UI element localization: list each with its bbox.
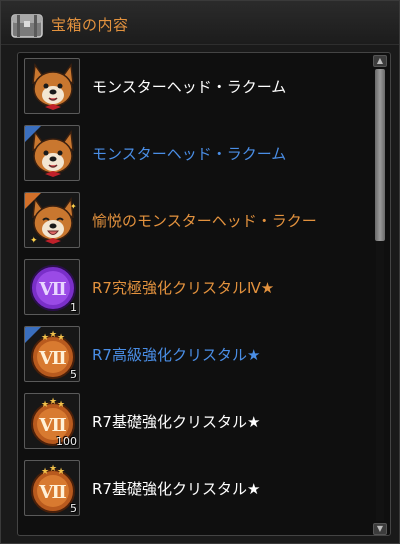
svg-text:★: ★ bbox=[49, 330, 57, 340]
list-item[interactable]: モンスターヘッド・ラクーム bbox=[18, 53, 372, 119]
item-name: R7究極強化クリスタルⅣ★ bbox=[92, 279, 275, 297]
list-item[interactable]: Ⅶ ★ ★ ★ 5 R7基礎強化クリスタル★ bbox=[18, 455, 372, 521]
list-item[interactable]: ✦ ✦ 愉悦のモンスターヘッド・ラクー bbox=[18, 187, 372, 253]
svg-text:★: ★ bbox=[49, 397, 57, 407]
window-title: 宝箱の内容 bbox=[51, 16, 129, 34]
svg-text:★: ★ bbox=[41, 467, 49, 477]
svg-text:★: ★ bbox=[49, 464, 57, 474]
list-item[interactable]: Ⅶ 1 R7究極強化クリスタルⅣ★ bbox=[18, 254, 372, 320]
scroll-up-button[interactable]: ▲ bbox=[373, 55, 387, 67]
item-slot[interactable] bbox=[24, 58, 80, 114]
svg-text:★: ★ bbox=[57, 333, 65, 343]
chest-contents-window: 宝箱の内容 モンスターヘッド・ラクーム モンスターヘッド・ラクーム ✦ ✦ 愉悦… bbox=[0, 0, 400, 544]
item-slot[interactable]: Ⅶ ★ ★ ★ 5 bbox=[24, 326, 80, 382]
item-quantity: 100 bbox=[56, 435, 77, 448]
item-slot[interactable]: Ⅶ ★ ★ ★ 100 bbox=[24, 393, 80, 449]
list-item[interactable]: モンスターヘッド・ラクーム bbox=[18, 120, 372, 186]
item-list: モンスターヘッド・ラクーム モンスターヘッド・ラクーム ✦ ✦ 愉悦のモンスター… bbox=[18, 53, 372, 535]
svg-text:Ⅶ: Ⅶ bbox=[38, 415, 66, 436]
chest-icon bbox=[11, 14, 43, 38]
svg-text:Ⅶ: Ⅶ bbox=[38, 348, 66, 369]
list-item[interactable]: Ⅶ ★ ★ ★ 5 R7高級強化クリスタル★ bbox=[18, 321, 372, 387]
item-name: モンスターヘッド・ラクーム bbox=[92, 145, 287, 163]
item-name: R7基礎強化クリスタル★ bbox=[92, 413, 261, 431]
svg-text:★: ★ bbox=[57, 467, 65, 477]
svg-text:✦: ✦ bbox=[30, 236, 38, 246]
title-bar[interactable]: 宝箱の内容 bbox=[1, 1, 399, 45]
svg-text:★: ★ bbox=[57, 400, 65, 410]
item-slot[interactable] bbox=[24, 125, 80, 181]
item-slot[interactable]: ✦ ✦ bbox=[24, 192, 80, 248]
grade-corner-icon bbox=[25, 327, 41, 343]
grade-corner-icon bbox=[25, 193, 41, 209]
item-list-frame: モンスターヘッド・ラクーム モンスターヘッド・ラクーム ✦ ✦ 愉悦のモンスター… bbox=[17, 52, 391, 536]
svg-text:✦: ✦ bbox=[70, 202, 77, 211]
item-quantity: 5 bbox=[70, 368, 77, 381]
scroll-thumb[interactable] bbox=[375, 69, 385, 241]
item-quantity: 5 bbox=[70, 502, 77, 515]
scroll-down-button[interactable]: ▼ bbox=[373, 523, 387, 535]
list-item[interactable]: Ⅶ ★ ★ ★ 100 R7基礎強化クリスタル★ bbox=[18, 388, 372, 454]
svg-text:★: ★ bbox=[41, 400, 49, 410]
item-name: R7基礎強化クリスタル★ bbox=[92, 480, 261, 498]
item-slot[interactable]: Ⅶ ★ ★ ★ 5 bbox=[24, 460, 80, 516]
svg-text:Ⅶ: Ⅶ bbox=[38, 482, 66, 503]
item-name: R7高級強化クリスタル★ bbox=[92, 346, 261, 364]
grade-corner-icon bbox=[25, 126, 41, 142]
item-name: モンスターヘッド・ラクーム bbox=[92, 78, 287, 96]
scrollbar[interactable]: ▲ ▼ bbox=[373, 55, 387, 535]
item-slot[interactable]: Ⅶ 1 bbox=[24, 259, 80, 315]
svg-text:Ⅶ: Ⅶ bbox=[38, 279, 66, 300]
item-quantity: 1 bbox=[70, 301, 77, 314]
item-name: 愉悦のモンスターヘッド・ラクー bbox=[92, 212, 317, 230]
svg-text:★: ★ bbox=[41, 333, 49, 343]
